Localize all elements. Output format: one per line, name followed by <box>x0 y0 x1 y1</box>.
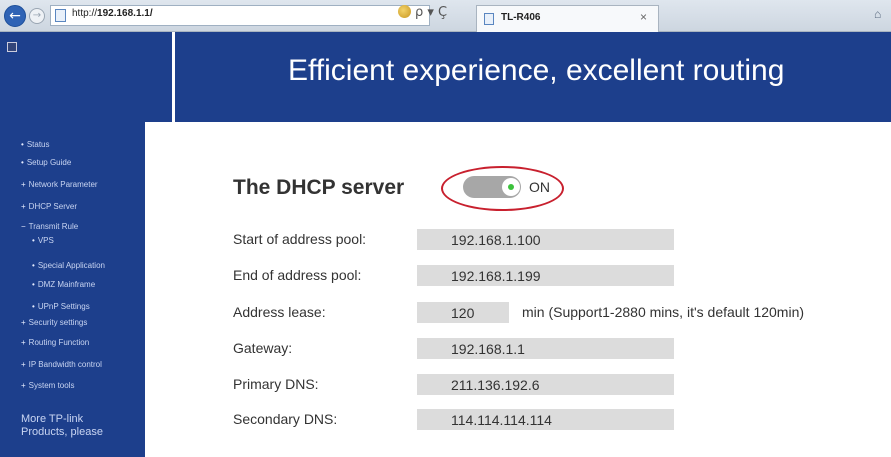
tab-close-icon[interactable]: × <box>640 10 647 24</box>
page-icon <box>55 9 66 22</box>
back-arrow-icon[interactable]: ← <box>4 5 26 27</box>
sidebar-item-dhcp-server[interactable]: + DHCP Server <box>21 202 77 211</box>
sidebar-item-routing-function[interactable]: + Routing Function <box>21 338 89 347</box>
router-header: Efficient experience, excellent routing <box>0 32 891 122</box>
page-title: The DHCP server <box>233 176 405 199</box>
sidebar-item-special-application[interactable]: • Special Application <box>32 261 105 270</box>
sidebar-item-ip-bandwidth-control[interactable]: + IP Bandwidth control <box>21 360 102 369</box>
search-refresh-icon[interactable]: ρ ▾ Ç <box>415 5 447 20</box>
lease-note: min (Support1-2880 mins, it's default 12… <box>522 304 805 320</box>
sidebar-item-vps[interactable]: • VPS <box>32 236 54 245</box>
browser-chrome: ← → http://192.168.1.1/ ρ ▾ Ç TL-R406 × … <box>0 0 891 32</box>
sidebar-item-system-tools[interactable]: + System tools <box>21 381 74 390</box>
gateway-input[interactable] <box>417 338 674 359</box>
sidebar-item-upnp-settings[interactable]: • UPnP Settings <box>32 302 90 311</box>
end-pool-label: End of address pool: <box>233 267 362 283</box>
address-tools[interactable]: ρ ▾ Ç <box>398 5 447 20</box>
dhcp-panel: The DHCP server ON Start of address pool… <box>145 122 891 457</box>
gateway-label: Gateway: <box>233 340 293 356</box>
address-lease-input[interactable] <box>417 302 509 323</box>
address-url[interactable]: http://192.168.1.1/ <box>72 8 153 19</box>
browser-tab[interactable]: TL-R406 × <box>476 5 659 32</box>
tab-page-icon <box>484 13 494 25</box>
url-prefix: http:// <box>72 8 98 19</box>
sidebar-item-setup-guide[interactable]: • Setup Guide <box>21 158 71 167</box>
annotation-circle <box>441 166 564 211</box>
start-pool-label: Start of address pool: <box>233 231 367 247</box>
secondary-dns-label: Secondary DNS: <box>233 411 338 427</box>
sidebar-item-status[interactable]: • Status <box>21 140 50 149</box>
url-host: 192.168.1.1/ <box>97 8 153 19</box>
start-pool-input[interactable] <box>417 229 674 250</box>
sidebar-nav: • Status • Setup Guide + Network Parameter … <box>0 122 145 457</box>
end-pool-input[interactable] <box>417 265 674 286</box>
primary-dns-label: Primary DNS: <box>233 376 319 392</box>
header-divider <box>172 32 175 122</box>
sidebar-item-dmz-mainframe[interactable]: • DMZ Mainframe <box>32 280 95 289</box>
primary-dns-input[interactable] <box>417 374 674 395</box>
header-slogan: Efficient experience, excellent routing <box>288 54 785 87</box>
home-icon[interactable]: ⌂ <box>874 7 886 21</box>
sidebar-item-transmit-rule[interactable]: − Transmit Rule <box>21 222 78 231</box>
more-products-link[interactable]: More TP-link Products, please <box>21 413 131 439</box>
forward-arrow-icon[interactable]: → <box>29 8 45 24</box>
menu-icon[interactable] <box>7 42 17 52</box>
secondary-dns-input[interactable] <box>417 409 674 430</box>
address-bar[interactable]: http://192.168.1.1/ <box>50 5 430 26</box>
sidebar-item-network-parameter[interactable]: + Network Parameter <box>21 180 98 189</box>
tab-title: TL-R406 <box>501 12 541 23</box>
address-lease-label: Address lease: <box>233 304 326 320</box>
compatibility-icon[interactable] <box>398 5 411 18</box>
sidebar-item-security-settings[interactable]: + Security settings <box>21 318 87 327</box>
